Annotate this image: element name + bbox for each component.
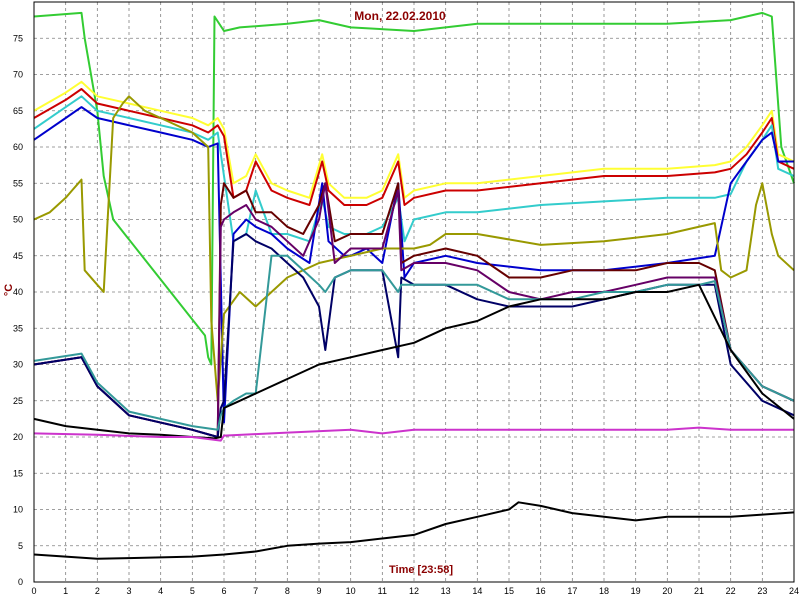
x-tick-label: 13	[441, 586, 451, 596]
y-tick-label: 20	[13, 432, 23, 442]
x-tick-label: 17	[567, 586, 577, 596]
y-tick-label: 30	[13, 360, 23, 370]
y-tick-label: 15	[13, 468, 23, 478]
y-tick-label: 5	[18, 541, 23, 551]
x-tick-label: 8	[285, 586, 290, 596]
y-tick-label: 0	[18, 577, 23, 587]
y-tick-label: 50	[13, 215, 23, 225]
x-tick-label: 15	[504, 586, 514, 596]
temperature-chart: 0 1 2 3 4 5 6 7 8 9 10 11 12 13 14 15 16 17 18 19 20 21 22 23 24…	[0, 0, 800, 600]
y-tick-label: 70	[13, 70, 23, 80]
x-axis-label: Time [23:58]	[389, 564, 453, 576]
x-tick-label: 18	[599, 586, 609, 596]
x-tick-label: 2	[95, 586, 100, 596]
y-tick-label: 60	[13, 142, 23, 152]
x-tick-label: 24	[789, 586, 799, 596]
y-tick-label: 25	[13, 396, 23, 406]
y-tick-label: 65	[13, 106, 23, 116]
x-tick-label: 21	[694, 586, 704, 596]
x-tick-label: 12	[409, 586, 419, 596]
x-tick-label: 23	[757, 586, 767, 596]
x-tick-label: 11	[378, 586, 387, 596]
x-tick-label: 7	[253, 586, 258, 596]
y-axis-label: °C	[3, 284, 15, 296]
x-tick-label: 20	[662, 586, 672, 596]
x-tick-label: 10	[346, 586, 356, 596]
x-tick-label: 22	[726, 586, 736, 596]
x-tick-label: 5	[190, 586, 195, 596]
x-tick-label: 4	[158, 586, 163, 596]
x-tick-label: 19	[631, 586, 641, 596]
x-tick-label: 3	[126, 586, 131, 596]
x-tick-label: 14	[472, 586, 482, 596]
y-tick-label: 10	[13, 505, 23, 515]
x-tick-label: 9	[316, 586, 321, 596]
y-tick-label: 75	[13, 33, 23, 43]
y-tick-label: 55	[13, 178, 23, 188]
x-tick-label: 1	[63, 586, 68, 596]
x-tick-label: 0	[31, 586, 36, 596]
x-tick-label: 6	[221, 586, 226, 596]
y-tick-label: 45	[13, 251, 23, 261]
chart-title: Mon, 22.02.2010	[354, 9, 446, 23]
y-tick-label: 35	[13, 323, 23, 333]
x-tick-label: 16	[536, 586, 546, 596]
